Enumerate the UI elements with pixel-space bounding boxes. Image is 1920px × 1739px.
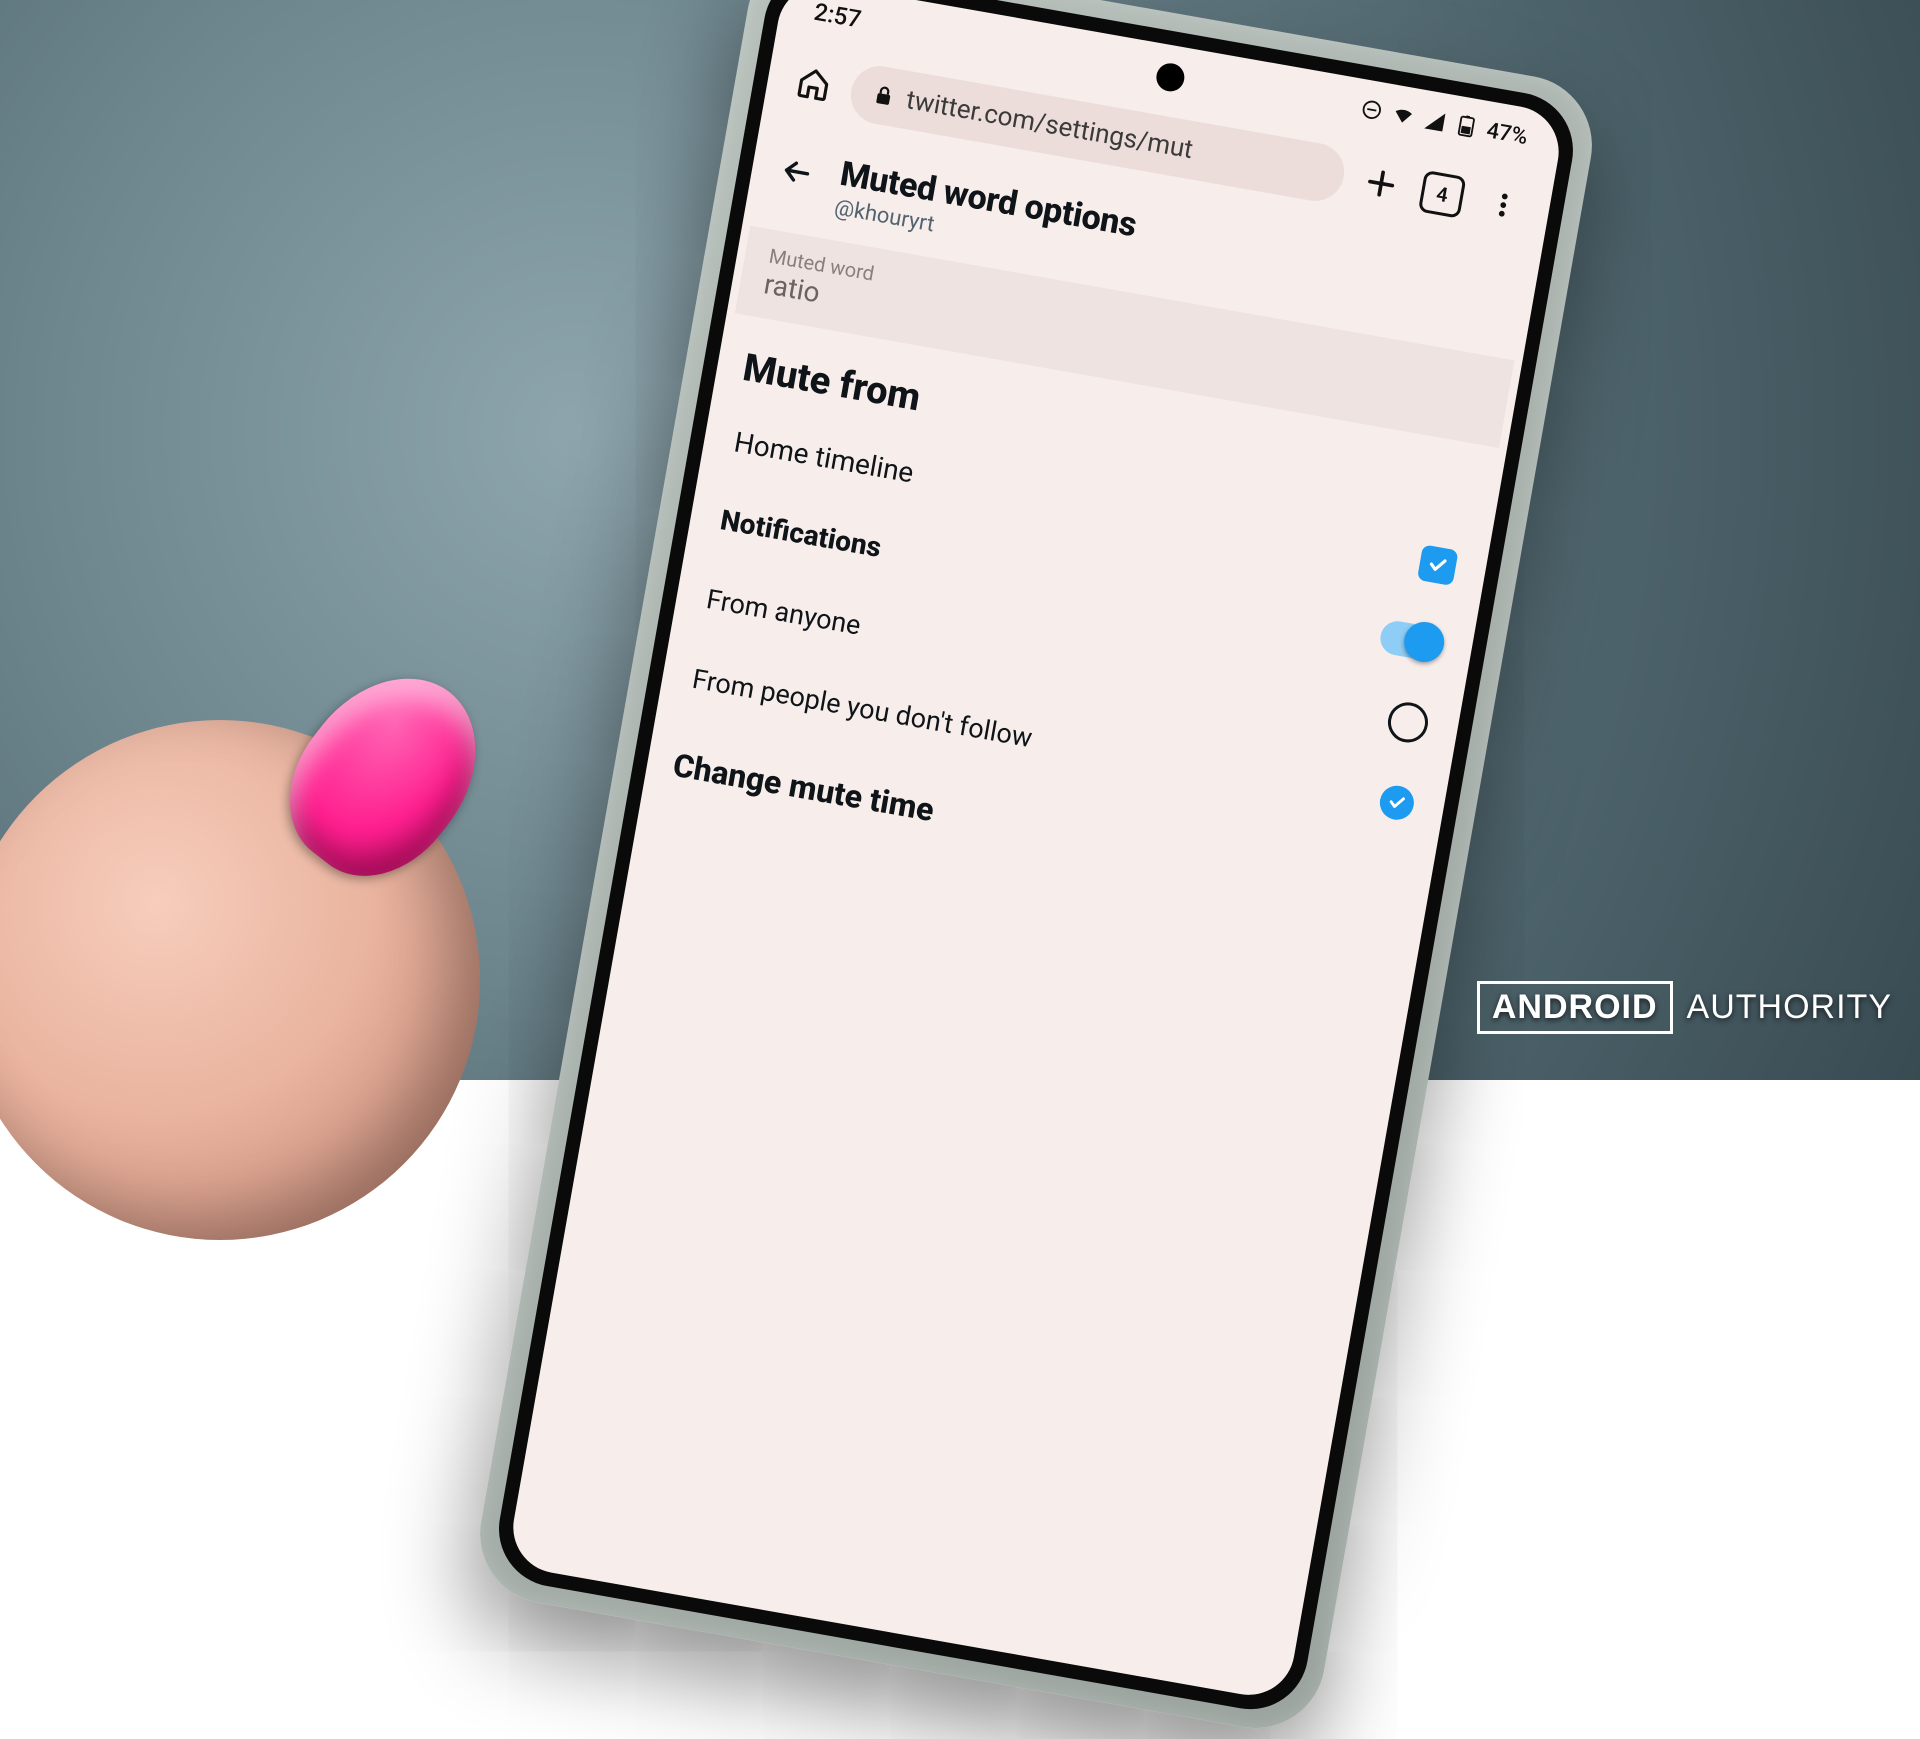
watermark-left: ANDROID	[1477, 981, 1673, 1034]
signal-icon	[1422, 108, 1447, 133]
watermark-right: AUTHORITY	[1687, 988, 1892, 1027]
tab-count: 4	[1418, 170, 1467, 219]
phone-case: 2:57 47%	[469, 0, 1603, 1739]
toggle-notifications[interactable]	[1378, 619, 1445, 663]
dnd-icon	[1359, 97, 1384, 122]
tab-switcher-button[interactable]: 4	[1414, 167, 1470, 223]
radio-from-nonfollow[interactable]	[1377, 783, 1416, 822]
wifi-icon	[1390, 103, 1415, 128]
check-icon	[1425, 552, 1450, 577]
checkbox-home-timeline[interactable]	[1417, 544, 1459, 586]
home-icon[interactable]	[786, 56, 842, 112]
page-content: Muted word options @khouryrt Muted word …	[506, 123, 1540, 1702]
status-icons: 47%	[1359, 96, 1530, 150]
row-label: From anyone	[704, 583, 863, 642]
kebab-menu-icon[interactable]	[1475, 177, 1531, 233]
battery-percent: 47%	[1485, 118, 1530, 150]
row-label: Notifications	[718, 503, 884, 564]
phone-screen: 2:57 47%	[506, 0, 1566, 1702]
watermark: ANDROID AUTHORITY	[1477, 981, 1892, 1034]
check-icon	[1385, 791, 1408, 814]
lock-icon	[871, 83, 896, 108]
new-tab-icon[interactable]	[1353, 156, 1409, 212]
toggle-knob	[1401, 619, 1447, 665]
battery-icon	[1453, 114, 1478, 139]
back-button[interactable]	[771, 146, 822, 197]
row-label: Home timeline	[732, 425, 917, 489]
status-time: 2:57	[812, 0, 863, 34]
arrow-left-icon	[777, 152, 816, 191]
phone-bezel: 2:57 47%	[490, 0, 1582, 1718]
radio-from-anyone[interactable]	[1385, 699, 1431, 745]
